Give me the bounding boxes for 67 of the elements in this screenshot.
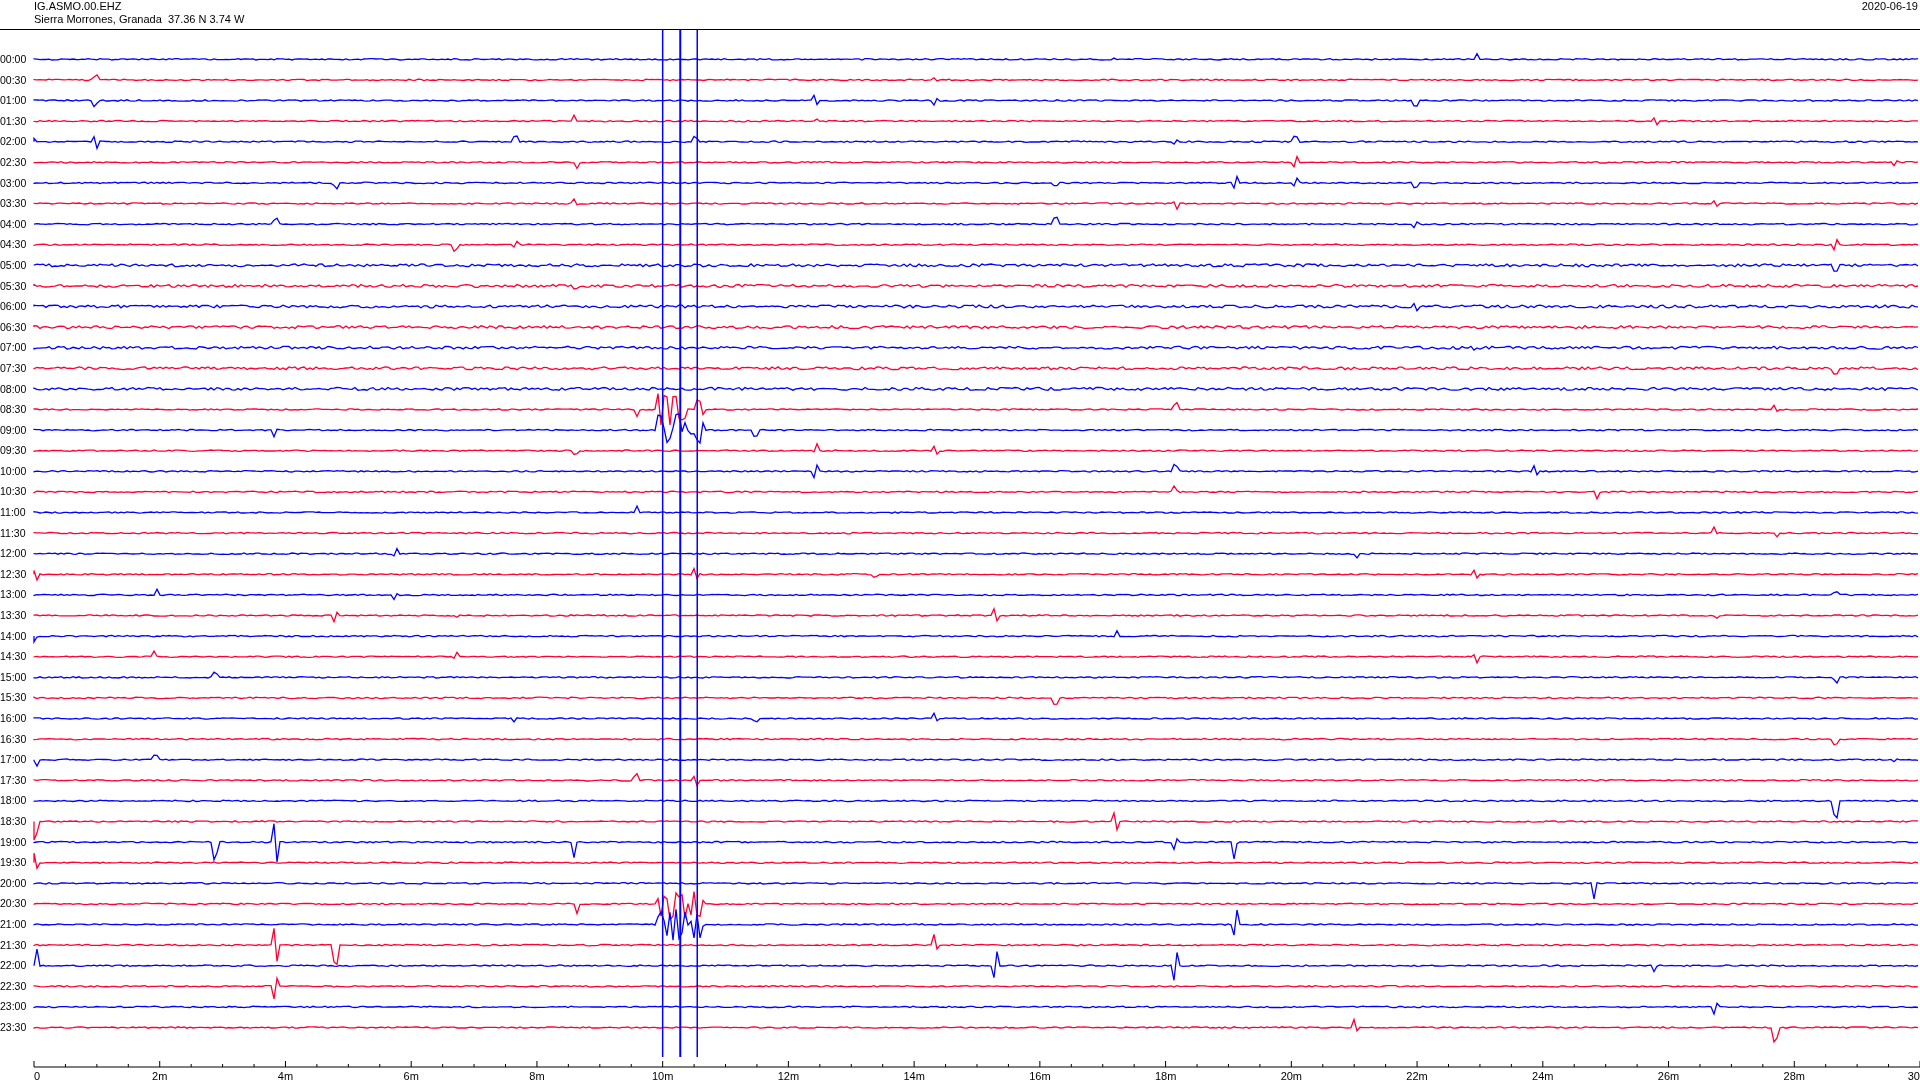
- hour-label: 14:00: [0, 628, 28, 644]
- hour-label: 08:00: [0, 381, 28, 397]
- hour-label: 00:00: [0, 52, 28, 67]
- hour-label: 22:00: [0, 958, 28, 974]
- hour-label: 08:30: [0, 402, 28, 418]
- hour-label: 04:00: [0, 216, 28, 232]
- axis-tick-label: 30: [1907, 1070, 1920, 1080]
- hour-label: 16:30: [0, 731, 28, 747]
- hour-label: 05:30: [0, 278, 28, 294]
- hour-label: 01:30: [0, 113, 28, 129]
- axis-tick-label: 10m: [651, 1070, 674, 1080]
- hour-label: 12:00: [0, 546, 28, 562]
- axis-tick-label: 2m: [152, 1070, 168, 1080]
- hour-label: 06:30: [0, 319, 28, 335]
- hour-label: 10:30: [0, 484, 28, 500]
- axis-tick-label: 28m: [1783, 1070, 1805, 1080]
- hour-label: 07:00: [0, 340, 28, 356]
- hour-label: 02:00: [0, 134, 28, 150]
- hour-label: 23:30: [0, 1019, 28, 1035]
- hour-label: 00:30: [0, 72, 28, 88]
- hour-label: 13:00: [0, 587, 28, 603]
- station-code: IG.ASMO.00.EHZ: [34, 0, 123, 13]
- axis-tick-label: 16m: [1029, 1070, 1051, 1080]
- hour-label: 09:30: [0, 443, 28, 459]
- hour-label: 19:00: [0, 834, 28, 850]
- hour-label: 07:30: [0, 360, 28, 376]
- hour-label: 12:30: [0, 566, 28, 582]
- hour-label: 15:00: [0, 669, 28, 685]
- hour-label: 11:30: [0, 525, 27, 541]
- axis-tick-label: 4m: [277, 1070, 294, 1080]
- axis-tick-label: 26m: [1657, 1070, 1680, 1080]
- hour-label: 23:00: [0, 999, 28, 1015]
- axis-tick-label: 22m: [1406, 1070, 1428, 1080]
- plot-date: 2020-06-19: [1861, 0, 1918, 14]
- axis-tick-label: 8m: [529, 1070, 545, 1080]
- hour-label: 16:00: [0, 711, 28, 726]
- hour-label: 19:30: [0, 855, 28, 871]
- hour-label: 20:30: [0, 896, 28, 912]
- axis-tick-label: 14m: [903, 1070, 925, 1080]
- hour-label: 22:30: [0, 978, 28, 994]
- hour-label: 21:30: [0, 937, 28, 953]
- hour-label: 20:00: [0, 875, 28, 891]
- axis-tick-label: 18m: [1154, 1070, 1177, 1080]
- hour-label: 02:30: [0, 154, 28, 170]
- hour-label: 06:00: [0, 299, 28, 315]
- axis-tick-label: 24m: [1532, 1070, 1554, 1080]
- hour-label: 05:00: [0, 257, 28, 273]
- hour-label: 10:00: [0, 463, 28, 479]
- hour-label: 18:00: [0, 793, 28, 809]
- axis-tick-label: 20m: [1280, 1070, 1303, 1080]
- hour-label: 15:30: [0, 690, 28, 706]
- hour-label: 21:00: [0, 916, 28, 932]
- hour-label: 11:00: [0, 505, 27, 521]
- station-location: Sierra Morrones, Granada 37.36 N 3.74 W: [34, 13, 245, 26]
- hour-label: 09:00: [0, 422, 28, 438]
- hour-label: 17:00: [0, 752, 28, 768]
- hour-label: 03:30: [0, 196, 28, 212]
- hour-label: 01:00: [0, 93, 28, 109]
- axis-tick-label: 12m: [777, 1070, 800, 1080]
- hour-label: 18:30: [0, 813, 28, 829]
- axis-tick-label: 0: [34, 1070, 41, 1080]
- axis-tick-label: 6m: [403, 1070, 419, 1080]
- hour-label: 14:30: [0, 649, 28, 665]
- hour-label: 03:00: [0, 175, 28, 191]
- hour-label: 13:30: [0, 608, 28, 624]
- hour-label: 04:30: [0, 237, 28, 253]
- hour-label: 17:30: [0, 772, 28, 788]
